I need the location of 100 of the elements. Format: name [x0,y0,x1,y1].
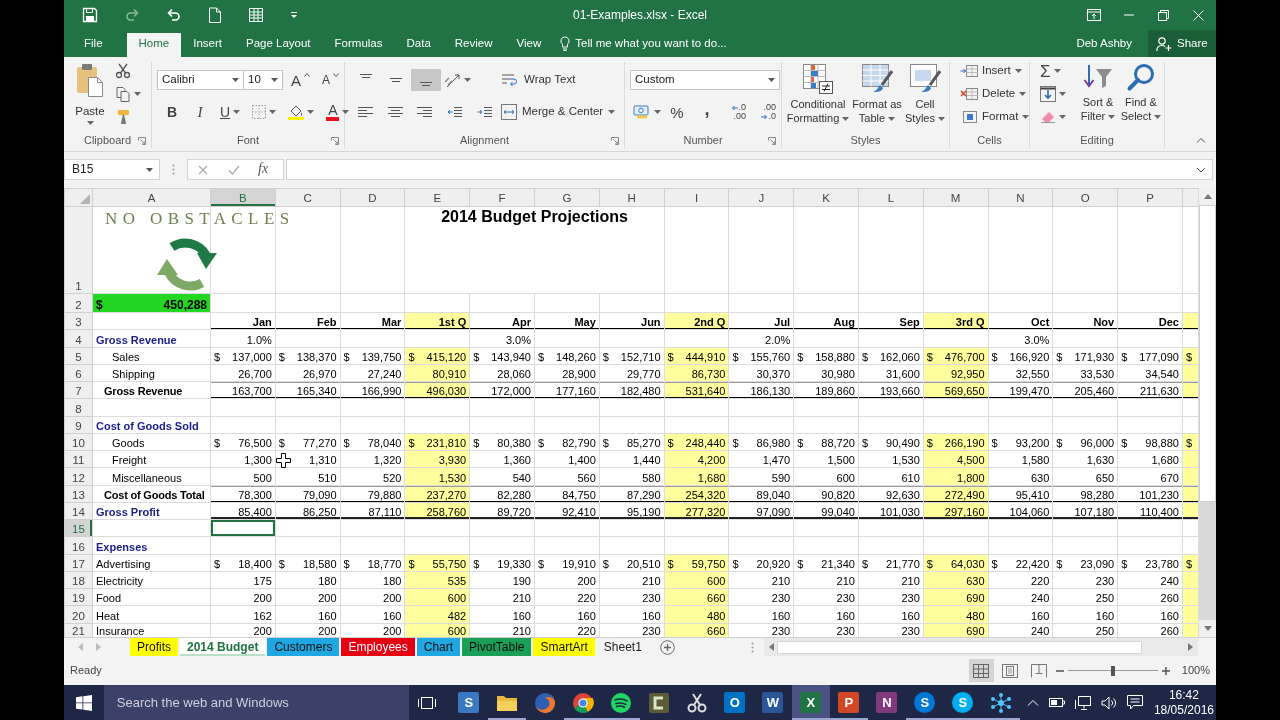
expand-icon[interactable] [1196,166,1206,173]
zoom-in-icon[interactable] [1161,666,1170,675]
underline-button[interactable]: U [216,101,245,123]
shrink-font-button[interactable]: A [318,69,344,91]
bold-button[interactable]: B [160,101,184,123]
zoom-level[interactable]: 100% [1181,663,1210,678]
column-header[interactable]: C [275,188,341,207]
more-icon[interactable] [751,641,754,653]
font-color-button[interactable]: A [322,101,354,123]
column-header[interactable]: P [1117,188,1183,207]
check-icon[interactable] [228,164,240,175]
undo-icon[interactable] [166,7,182,23]
ribbon-tab[interactable]: Insert [181,33,234,57]
user-name[interactable]: Deb Ashby [1076,30,1132,57]
cell-styles-button[interactable]: Cell Styles [904,62,946,134]
slider-thumb[interactable] [1110,665,1115,676]
percent-button[interactable]: % [666,101,688,123]
taskbar-app-button[interactable]: O [715,685,754,720]
column-header[interactable]: B [210,188,276,207]
autosum-button[interactable]: Σ [1036,60,1065,82]
ribbon-tab[interactable]: Page Layout [234,33,323,57]
clock-date[interactable]: 18/05/2016 [1153,702,1214,718]
format-cells-button[interactable]: Format [958,106,1032,128]
add-sheet-icon[interactable] [660,640,675,655]
taskbar-app-button[interactable]: P [829,685,868,720]
ribbon-tab[interactable]: Data [394,33,443,57]
sheet-tab[interactable]: Chart [416,638,461,656]
row-header[interactable]: 1 [64,206,93,294]
close-icon[interactable] [1193,9,1204,21]
taskbar-app-button[interactable]: X [791,685,830,720]
tell-me-field[interactable]: Tell me what you want to do... [575,36,752,51]
ribbon-tab[interactable]: Formulas [322,33,395,57]
vertical-scrollbar[interactable] [1198,188,1216,637]
task-view-icon[interactable] [417,695,438,710]
increase-indent-icon[interactable] [476,106,492,118]
dialog-launcher-icon[interactable] [611,137,619,145]
format-as-table-button[interactable]: Format as Table [850,62,904,134]
italic-button[interactable]: I [188,101,212,123]
scroll-up-icon[interactable] [1203,194,1212,199]
table-icon[interactable] [248,7,264,23]
ribbon-tab[interactable]: View [504,33,554,57]
increase-decimal-button[interactable]: .0 .00 [722,101,748,123]
column-header[interactable]: L [858,188,924,207]
name-box-field[interactable]: B15 [64,159,160,180]
insert-function-button[interactable]: fx [258,161,269,178]
ribbon-tab[interactable]: Review [442,33,505,57]
sort-filter-button[interactable]: Sort & Filter [1078,62,1118,134]
horizontal-scrollbar[interactable] [764,638,1198,656]
taskbar-app-button[interactable]: W [753,685,792,720]
minimize-icon[interactable] [1123,14,1134,16]
column-header[interactable]: E [404,188,470,207]
insert-cells-button[interactable]: Insert [958,60,1024,82]
align-left-icon[interactable] [358,106,374,118]
paintbrush-icon[interactable] [115,109,131,125]
battery-icon[interactable] [1048,698,1065,707]
zoom-out-icon[interactable] [1055,669,1064,672]
sheet-tab[interactable]: Customers [267,638,340,656]
find-select-button[interactable]: Find & Select [1118,62,1164,134]
column-header[interactable]: K [793,188,859,207]
sheet-tab[interactable]: Employees [341,638,415,656]
sheet-tab[interactable]: PivotTable [462,638,532,656]
search-field[interactable]: Search the web and Windows [103,685,410,720]
ribbon-tab[interactable]: Home [126,33,182,57]
scroll-down-icon[interactable] [1203,626,1212,631]
conditional-formatting-button[interactable]: Conditional Formatting [786,62,850,134]
decrease-indent-icon[interactable] [447,106,463,118]
message-icon[interactable] [1126,695,1143,710]
decrease-decimal-button[interactable]: .00 .0 [752,101,778,123]
save-icon[interactable] [82,7,98,23]
scroll-left-icon[interactable] [769,643,774,651]
formula-field[interactable] [286,159,1213,180]
up-caret-icon[interactable] [1026,699,1039,706]
scissors-icon[interactable] [115,63,131,79]
bottom-align-button[interactable] [411,69,441,91]
share-button[interactable]: Share [1148,30,1216,57]
paste-button[interactable]: Paste [69,62,111,134]
dialog-launcher-icon[interactable] [331,137,339,145]
column-header[interactable]: D [340,188,405,207]
taskbar-app-button[interactable]: S [905,685,944,720]
align-center-icon[interactable] [387,106,403,118]
scroll-thumb[interactable] [777,640,1142,654]
column-header[interactable]: F [469,188,535,207]
column-header[interactable]: O [1052,188,1118,207]
font-name-field[interactable]: Calibri [157,70,244,90]
comma-style-button[interactable]: , [696,101,718,123]
scroll-thumb[interactable] [1199,205,1216,502]
delete-cells-button[interactable]: Delete [958,83,1029,105]
clock-time[interactable]: 16:42 [1168,687,1199,703]
normal-view-button[interactable] [968,659,994,682]
sheet-tab[interactable]: SmartArt [533,638,595,656]
sheet-tab[interactable]: 2014 Budget [180,638,266,656]
merge-center-button[interactable]: Merge & Center [499,101,618,123]
column-header[interactable]: A [92,188,211,207]
monitor-icon[interactable] [1074,695,1091,710]
sheet-tab[interactable]: Sheet1 [596,638,649,656]
wrap-text-button[interactable]: Wrap Text [499,69,578,91]
column-header[interactable]: J [728,188,794,207]
font-size-field[interactable]: 10 [243,70,283,90]
more-icon[interactable] [172,164,175,175]
column-header[interactable]: G [534,188,600,207]
